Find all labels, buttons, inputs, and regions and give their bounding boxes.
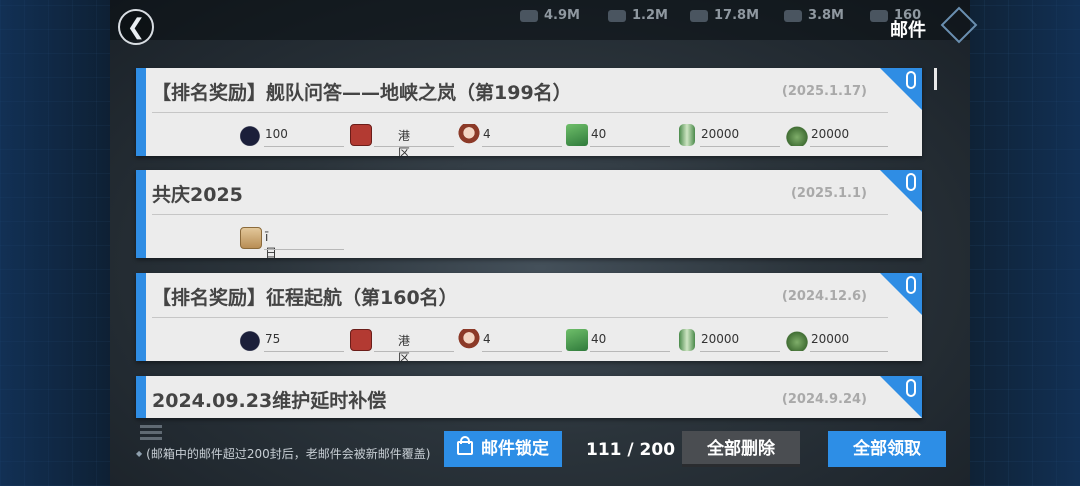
resource-icon	[784, 9, 802, 22]
coin-bag-icon	[786, 329, 808, 351]
claim-all-button[interactable]: 全部领取	[828, 431, 946, 467]
red-box-icon	[350, 329, 372, 351]
resource-3: 17.8M	[690, 8, 759, 23]
back-button[interactable]: ❮	[118, 9, 154, 45]
crate-icon	[240, 227, 262, 249]
mail-count: 111 / 200	[586, 440, 676, 460]
mail-accent-bar	[136, 273, 146, 361]
mail-accent-bar	[136, 376, 146, 418]
divider	[152, 112, 888, 113]
mail-accent-bar	[136, 170, 146, 258]
resource-icon	[608, 9, 626, 22]
resource-1: 4.9M	[520, 8, 580, 23]
mail-subject: 【排名奖励】舰队问答——地峡之岚（第199名）	[152, 82, 572, 104]
mailbox-capacity-note: (邮箱中的邮件超过200封后，老邮件会被新邮件覆盖)	[136, 445, 430, 462]
mail-subject: 2024.09.23维护延时补偿	[152, 390, 387, 412]
mail-item[interactable]: 【排名奖励】舰队问答——地峡之岚（第199名） (2025.1.17) 100 …	[136, 68, 922, 156]
mail-subject: 共庆2025	[152, 184, 243, 206]
coin-bag-icon	[786, 124, 808, 146]
cat-icon	[240, 124, 262, 146]
resource-2: 1.2M	[608, 8, 668, 23]
money-icon	[566, 329, 588, 351]
mail-date: (2024.12.6)	[781, 289, 867, 304]
mail-date: (2024.9.24)	[781, 392, 867, 407]
oil-can-icon	[679, 329, 695, 351]
oil-can-icon	[679, 124, 695, 146]
money-icon	[566, 124, 588, 146]
resource-icon	[870, 9, 888, 22]
red-box-icon	[350, 124, 372, 146]
page-title: 邮件	[890, 20, 926, 41]
mail-date: (2025.1.17)	[781, 84, 867, 99]
paperclip-icon	[906, 173, 916, 191]
girl-portrait-icon	[458, 329, 480, 351]
paperclip-icon	[906, 276, 916, 294]
mail-date: (2025.1.1)	[790, 186, 867, 201]
resource-icon	[690, 9, 708, 22]
girl-portrait-icon	[458, 124, 480, 146]
paperclip-icon	[906, 379, 916, 397]
mail-item[interactable]: 2024.09.23维护延时补偿 (2024.9.24)	[136, 376, 922, 418]
resource-icon	[520, 9, 538, 22]
divider	[152, 214, 888, 215]
scrollbar[interactable]	[934, 68, 937, 90]
list-icon	[140, 425, 162, 443]
divider	[152, 317, 888, 318]
cat-icon	[240, 329, 262, 351]
mail-item[interactable]: 【排名奖励】征程起航（第160名） (2024.12.6) 75 港区周年 4 …	[136, 273, 922, 361]
paperclip-icon	[906, 71, 916, 89]
mail-item[interactable]: 共庆2025 (2025.1.1) ī日银杏x1	[136, 170, 922, 258]
lock-icon	[457, 436, 473, 455]
mail-subject: 【排名奖励】征程起航（第160名）	[152, 287, 458, 309]
chevron-left-icon: ❮	[126, 15, 146, 40]
mail-lock-button[interactable]: 邮件锁定	[444, 431, 562, 467]
resource-4: 3.8M	[784, 8, 844, 23]
mail-accent-bar	[136, 68, 146, 156]
delete-all-button[interactable]: 全部删除	[682, 431, 800, 467]
